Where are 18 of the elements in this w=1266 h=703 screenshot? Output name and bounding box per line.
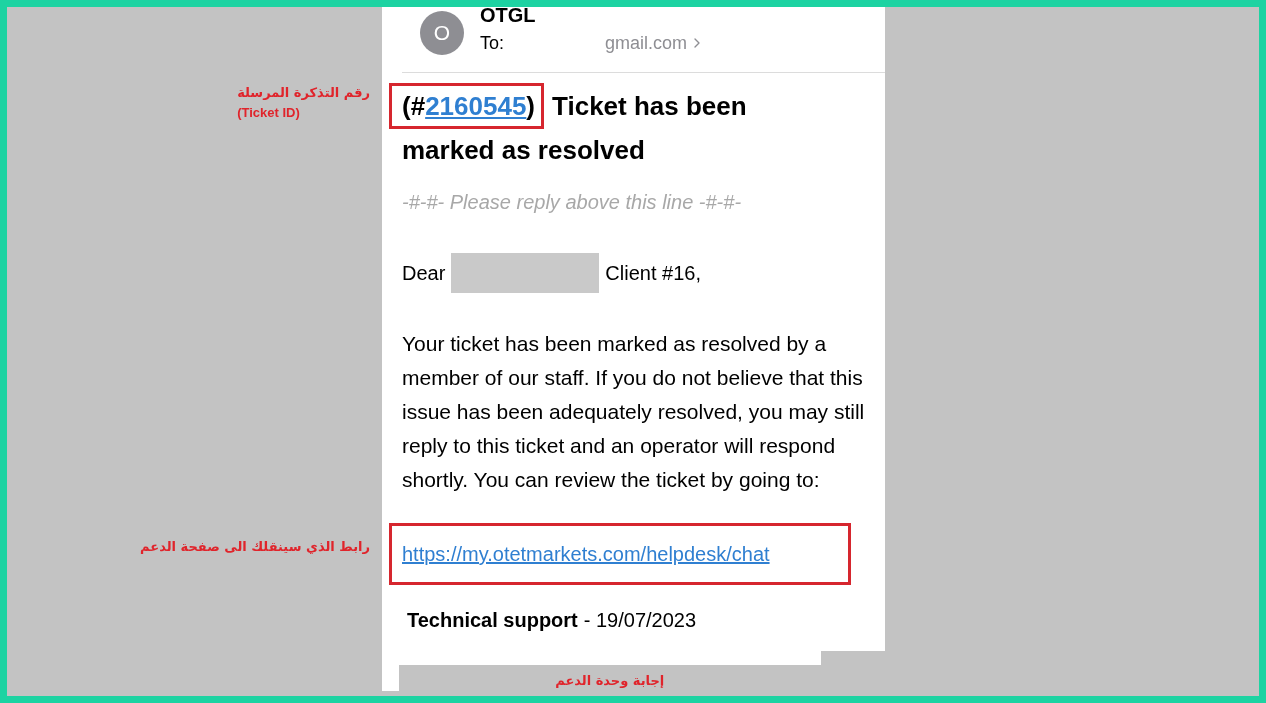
reply-line: -#-#- Please reply above this line -#-#- <box>401 190 743 215</box>
signature-name: Technical support <box>407 608 578 633</box>
email-body: Your ticket has been marked as resolved by a member of our staff. If you do not believe that this issue has been adequately resolved, you may still reply to this ticket and an operator will respond shortly. You can review the ticket by going to: <box>402 331 866 493</box>
sender-name: OTGL <box>480 7 537 28</box>
annotation-label: إجابة وحدة الدعم <box>555 672 665 690</box>
recipient-address[interactable]: gmail.com <box>605 32 688 55</box>
avatar: O <box>420 11 464 55</box>
email-subject: Ticket has been <box>552 90 747 123</box>
ticket-prefix: (# <box>402 91 426 121</box>
signature-date: - 19/07/2023 <box>583 608 697 633</box>
ticket-suffix: ) <box>526 91 536 121</box>
annotation-label: (Ticket ID) <box>237 103 300 122</box>
annotation-label: رقم التذكرة المرسلة <box>237 84 370 102</box>
email-subject: marked as resolved <box>402 134 645 167</box>
annotation-label: رابط الذي سينقلك الى صفحة الدعم <box>140 538 370 556</box>
greeting-text: Dear <box>402 261 446 286</box>
to-label: To: <box>480 32 505 55</box>
greeting-text: Client #16, <box>605 261 701 286</box>
